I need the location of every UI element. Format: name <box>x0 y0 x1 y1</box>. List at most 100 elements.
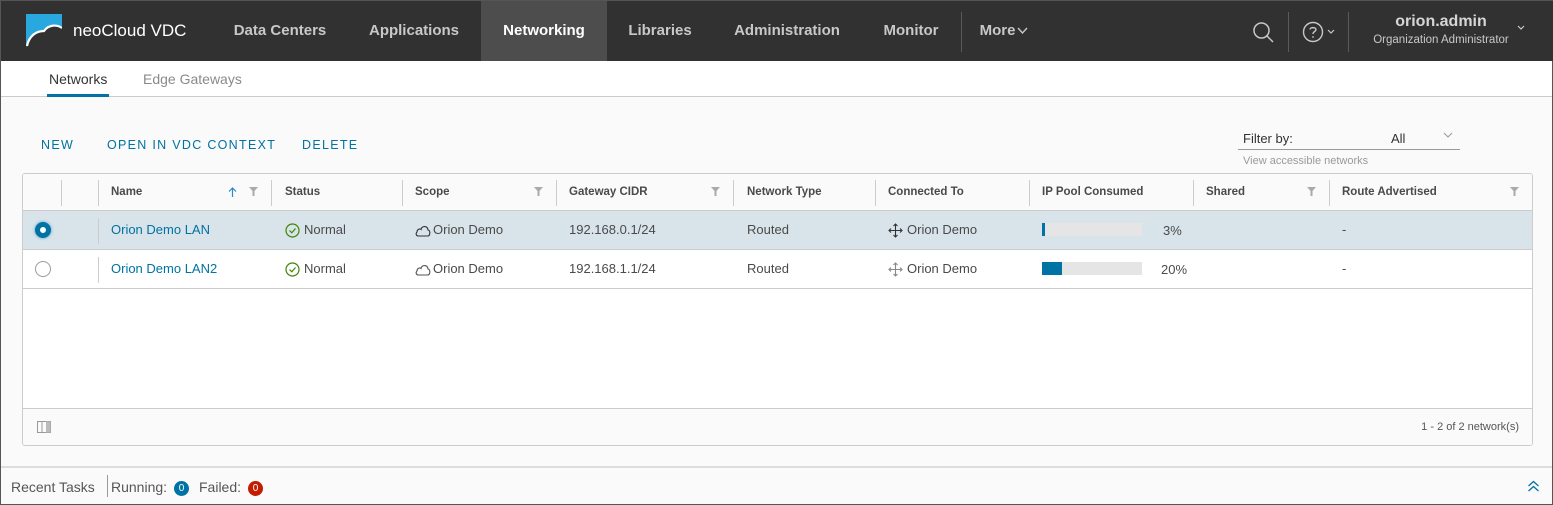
tab-edge-gateways[interactable]: Edge Gateways <box>143 71 242 97</box>
cloud-icon <box>415 265 431 276</box>
header-divider <box>1348 12 1349 52</box>
filter-icon[interactable] <box>1510 187 1519 197</box>
user-name[interactable]: orion.admin <box>1361 13 1521 31</box>
connected-to-cell: Orion Demo <box>888 250 977 288</box>
filter-hint: View accessible networks <box>1243 155 1369 167</box>
logo-icon[interactable] <box>26 14 62 48</box>
user-menu-chevron-icon[interactable] <box>1517 25 1525 31</box>
column-header-ip-pool-consumed[interactable]: IP Pool Consumed <box>1042 174 1143 211</box>
filter-value[interactable]: All <box>1391 131 1405 146</box>
filter-icon[interactable] <box>711 187 720 197</box>
column-header-connected-to[interactable]: Connected To <box>888 174 964 211</box>
route-advertised-value: - <box>1342 222 1347 237</box>
scope-text: Orion Demo <box>433 261 504 276</box>
column-separator <box>875 180 876 206</box>
route-advertised-value: - <box>1342 261 1347 276</box>
chevron-down-icon[interactable] <box>1443 131 1453 139</box>
column-header-status[interactable]: Status <box>285 174 320 211</box>
filter-icon[interactable] <box>534 187 543 197</box>
edge-gateway-icon <box>888 223 903 238</box>
column-toggle-icon[interactable] <box>37 421 51 433</box>
recent-tasks-label[interactable]: Recent Tasks <box>11 479 95 495</box>
network-name-link[interactable]: Orion Demo LAN <box>111 211 210 249</box>
row-select-radio[interactable] <box>35 222 51 238</box>
nav-more[interactable]: More <box>967 1 1041 61</box>
ip-pool-percent: 3% <box>1163 223 1182 238</box>
app-title[interactable]: neoCloud VDC <box>73 21 186 41</box>
column-header-scope[interactable]: Scope <box>415 174 450 211</box>
nav-more-label: More <box>979 22 1016 39</box>
nav-monitor[interactable]: Monitor <box>861 1 961 61</box>
connected-to-cell: Orion Demo <box>888 211 977 249</box>
status-cell: Normal <box>285 211 346 249</box>
network-type: Routed <box>747 222 789 237</box>
table-row[interactable]: Orion Demo LAN Normal Orion Demo 192.168… <box>23 211 1532 250</box>
status-text: Normal <box>304 261 346 276</box>
nav-networking[interactable]: Networking <box>481 1 607 61</box>
scope-text: Orion Demo <box>433 222 504 237</box>
header-divider <box>1288 12 1289 52</box>
column-separator <box>1193 180 1194 206</box>
sub-navigation: Networks Edge Gateways <box>1 61 1552 97</box>
nav-libraries[interactable]: Libraries <box>607 1 713 61</box>
running-label: Running: <box>111 479 168 495</box>
nav-data-centers[interactable]: Data Centers <box>213 1 347 61</box>
nav-applications[interactable]: Applications <box>347 1 481 61</box>
pagination-summary: 1 - 2 of 2 network(s) <box>1421 421 1519 433</box>
grid-footer: 1 - 2 of 2 network(s) <box>23 408 1532 445</box>
ip-pool-progress-bar <box>1042 262 1142 275</box>
scope-cell: Orion Demo <box>415 211 503 249</box>
search-icon[interactable] <box>1252 21 1275 44</box>
edge-gateway-icon <box>888 262 903 277</box>
column-separator <box>402 180 403 206</box>
networks-datagrid: Name Status Scope Gateway CIDR Network T… <box>22 173 1533 446</box>
connected-to-text: Orion Demo <box>907 222 978 237</box>
column-separator <box>733 180 734 206</box>
running-count-badge[interactable]: 0 <box>174 481 189 496</box>
row-select-radio[interactable] <box>35 261 51 277</box>
column-header-name[interactable]: Name <box>111 174 142 211</box>
row-separator <box>98 257 99 283</box>
tab-networks[interactable]: Networks <box>47 71 110 97</box>
column-header-shared[interactable]: Shared <box>1206 174 1245 211</box>
chevron-down-icon <box>1017 27 1028 35</box>
status-text: Normal <box>304 222 346 237</box>
help-chevron-down-icon[interactable] <box>1327 29 1335 35</box>
gateway-cidr: 192.168.0.1/24 <box>569 222 656 237</box>
sort-ascending-icon[interactable] <box>228 187 237 198</box>
grid-header: Name Status Scope Gateway CIDR Network T… <box>23 174 1532 211</box>
new-button[interactable]: NEW <box>41 138 74 152</box>
filter-icon[interactable] <box>249 187 258 197</box>
double-chevron-up-icon[interactable] <box>1527 480 1540 493</box>
nav-administration[interactable]: Administration <box>713 1 861 61</box>
column-separator <box>1329 180 1330 206</box>
filter-select[interactable]: Filter by: All View accessible networks <box>1238 128 1460 167</box>
check-circle-icon <box>285 262 300 277</box>
column-separator <box>61 180 62 206</box>
delete-button[interactable]: DELETE <box>302 138 358 152</box>
user-role: Organization Administrator <box>1373 34 1509 46</box>
table-row[interactable]: Orion Demo LAN2 Normal Orion Demo 192.16… <box>23 250 1532 289</box>
failed-label: Failed: <box>199 479 242 495</box>
filter-label: Filter by: <box>1243 131 1293 146</box>
ip-pool-progress-bar <box>1042 223 1142 236</box>
ip-pool-cell: 20% <box>1042 250 1192 288</box>
column-header-network-type[interactable]: Network Type <box>747 174 822 211</box>
column-header-gateway-cidr[interactable]: Gateway CIDR <box>569 174 648 211</box>
gateway-cidr: 192.168.1.1/24 <box>569 261 656 276</box>
scope-cell: Orion Demo <box>415 250 503 288</box>
ip-pool-cell: 3% <box>1042 211 1192 249</box>
row-separator <box>98 218 99 244</box>
failed-count-badge[interactable]: 0 <box>248 481 263 496</box>
open-in-vdc-context-button[interactable]: OPEN IN VDC CONTEXT <box>107 138 276 152</box>
help-icon[interactable] <box>1302 21 1324 43</box>
top-header: neoCloud VDC Data Centers Applications N… <box>1 0 1553 61</box>
ip-pool-percent: 20% <box>1161 262 1188 277</box>
network-name-link[interactable]: Orion Demo LAN2 <box>111 250 217 288</box>
filter-icon[interactable] <box>1307 187 1316 197</box>
column-header-route-advertised[interactable]: Route Advertised <box>1342 174 1437 211</box>
recent-tasks-bar: Recent Tasks Running: 0 Failed: 0 <box>1 466 1552 504</box>
cloud-icon <box>415 226 431 237</box>
connected-to-text: Orion Demo <box>907 261 978 276</box>
ip-pool-progress-fill <box>1042 223 1045 236</box>
